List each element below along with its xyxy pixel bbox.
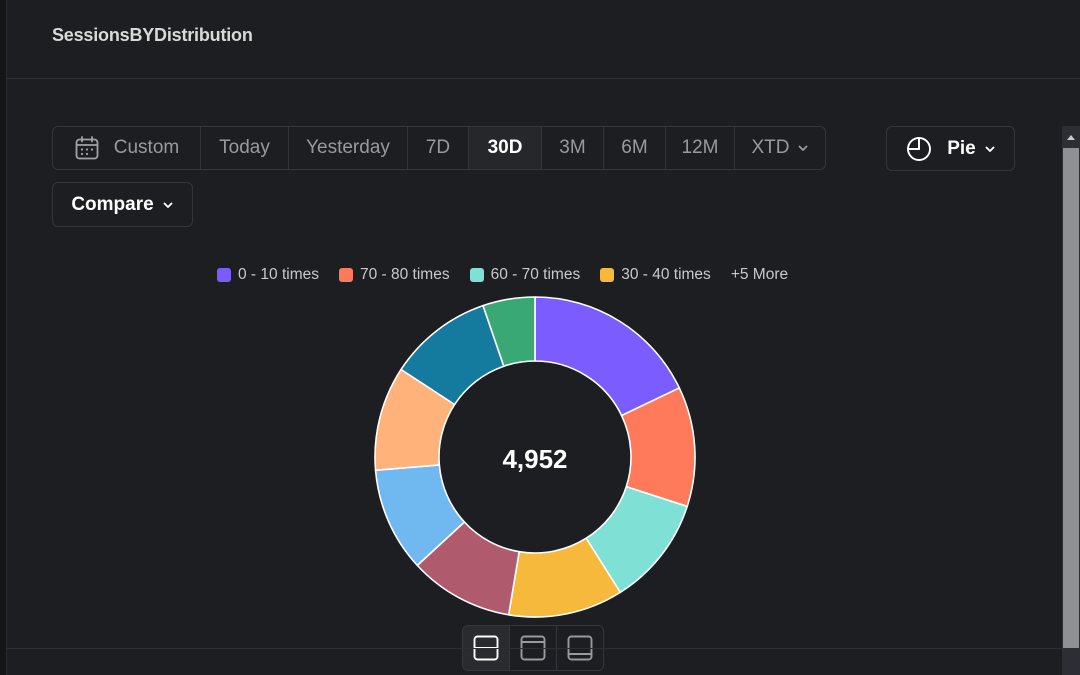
range-custom-label: Custom (113, 137, 180, 158)
left-edge (0, 0, 7, 675)
legend-label: 60 - 70 times (490, 266, 581, 283)
legend-item[interactable]: 0 - 10 times (217, 266, 319, 284)
range-30d-button[interactable]: 30D (469, 127, 542, 169)
donut-chart: 4,952 (374, 296, 696, 618)
scrollbar-thumb[interactable] (1063, 148, 1079, 648)
range-12m-button[interactable]: 12M (666, 127, 735, 169)
chart-legend: 0 - 10 times 70 - 80 times 60 - 70 times… (217, 264, 788, 286)
chevron-down-icon (797, 142, 809, 154)
legend-item[interactable]: 60 - 70 times (469, 266, 581, 284)
legend-item[interactable]: 30 - 40 times (600, 266, 711, 284)
range-custom-button[interactable]: Custom (53, 127, 201, 169)
calendar-icon (74, 135, 100, 161)
range-today-button[interactable]: Today (201, 127, 289, 169)
chart-type-dropdown[interactable]: Pie (886, 126, 1015, 171)
scroll-up-arrow-icon[interactable] (1062, 126, 1080, 148)
pie-chart-icon (905, 135, 933, 163)
chevron-down-icon (984, 143, 996, 155)
range-6m-button[interactable]: 6M (604, 127, 666, 169)
header: SessionsBYDistribution (6, 0, 1080, 79)
compare-dropdown[interactable]: Compare (52, 182, 193, 227)
range-yesterday-button[interactable]: Yesterday (289, 127, 408, 169)
legend-label: 0 - 10 times (238, 266, 319, 283)
chevron-down-icon (162, 199, 174, 211)
range-xtd-label: XTD (751, 137, 790, 158)
page-title: SessionsBYDistribution (52, 25, 253, 45)
date-range-selector: Custom Today Yesterday 7D 30D 3M 6M 12M … (52, 126, 826, 170)
chart-type-label: Pie (947, 137, 976, 159)
section-divider (6, 648, 1080, 649)
donut-total: 4,952 (502, 444, 567, 474)
legend-swatch (217, 268, 231, 282)
range-7d-button[interactable]: 7D (408, 127, 469, 169)
legend-item[interactable]: 70 - 80 times (338, 266, 450, 284)
legend-more-link[interactable]: +5 More (731, 266, 788, 284)
vertical-scrollbar[interactable] (1062, 126, 1080, 675)
legend-swatch (469, 268, 484, 282)
legend-swatch (600, 268, 615, 282)
legend-label: 70 - 80 times (359, 266, 450, 283)
legend-swatch (338, 268, 353, 282)
legend-label: 30 - 40 times (621, 266, 711, 283)
compare-label: Compare (71, 193, 154, 215)
range-3m-button[interactable]: 3M (542, 127, 604, 169)
range-xtd-dropdown[interactable]: XTD (735, 127, 825, 169)
